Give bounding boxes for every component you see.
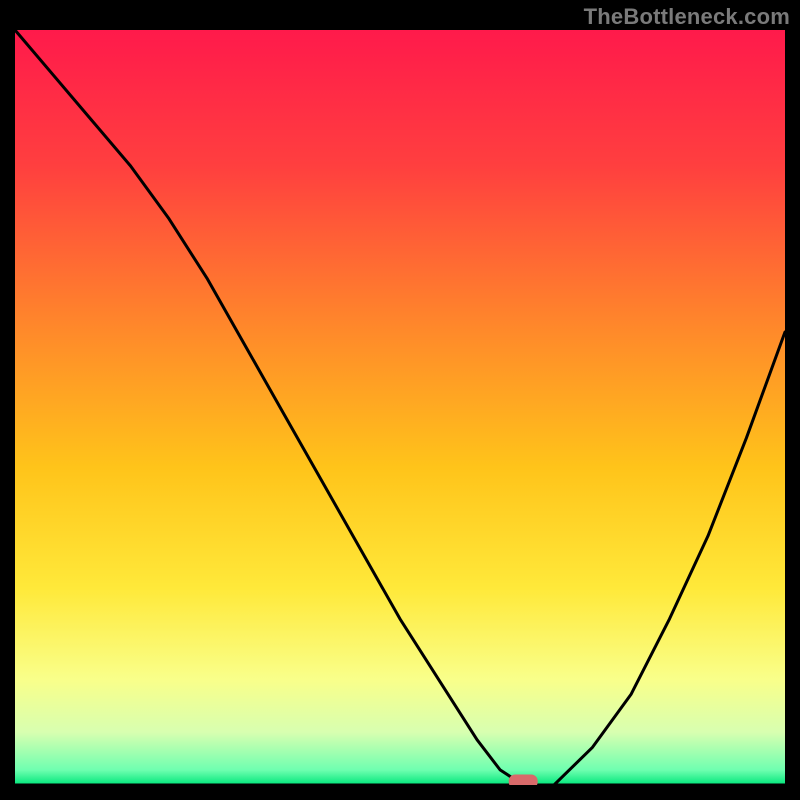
gradient-background <box>15 30 785 785</box>
chart-svg <box>15 30 785 785</box>
chart-frame: TheBottleneck.com <box>0 0 800 800</box>
watermark-text: TheBottleneck.com <box>584 4 790 30</box>
optimum-marker <box>509 775 537 785</box>
plot-area <box>15 30 785 785</box>
